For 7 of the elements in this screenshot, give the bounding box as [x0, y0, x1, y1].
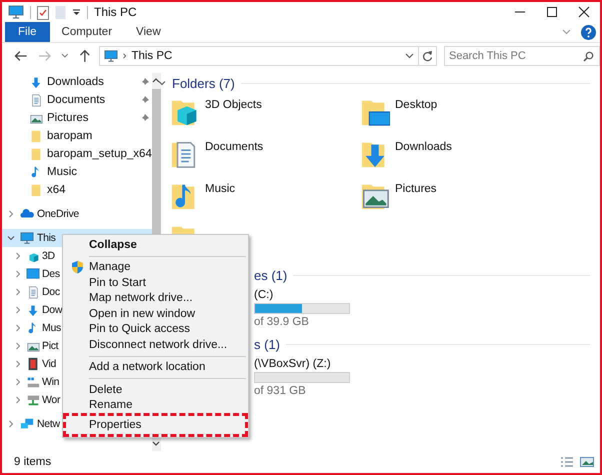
drive-space: of 931 GB — [254, 385, 307, 397]
drive-space: of 39.9 GB — [254, 316, 310, 328]
item-count: 9 items — [14, 456, 52, 468]
window-title: This PC — [94, 5, 137, 19]
sidebar-item-label: Netw — [37, 418, 60, 430]
sidebar-item-label: OneDrive — [37, 208, 79, 220]
sidebar-item-label: This — [37, 232, 56, 244]
